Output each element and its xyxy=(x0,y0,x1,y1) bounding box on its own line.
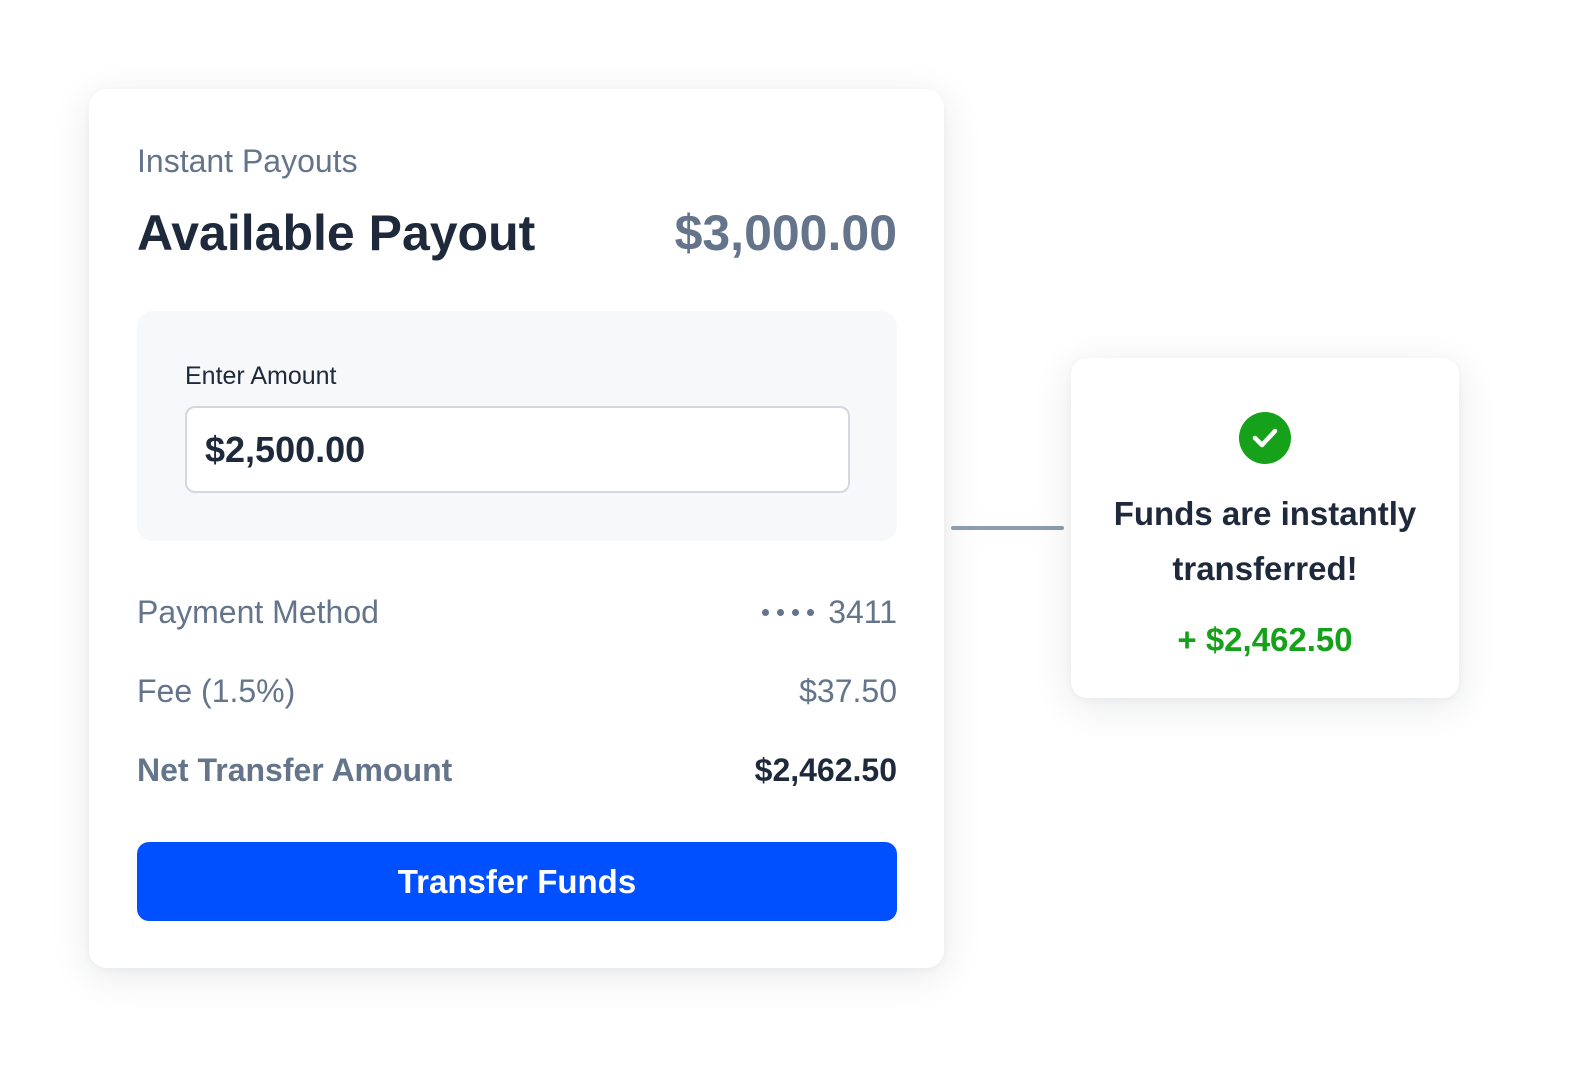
success-toast: Funds are instantly transferred! + $2,46… xyxy=(1071,358,1459,698)
card-last4: 3411 xyxy=(828,593,897,630)
amount-label: Enter Amount xyxy=(185,362,337,390)
page-title: Available Payout xyxy=(137,205,536,261)
check-circle-icon xyxy=(1239,412,1291,464)
masked-card-dots-icon xyxy=(762,608,815,616)
net-transfer-row: Net Transfer Amount $2,462.50 xyxy=(137,748,897,792)
transfer-funds-button[interactable]: Transfer Funds xyxy=(137,842,897,921)
payment-method-label: Payment Method xyxy=(137,593,379,630)
fee-value: $37.50 xyxy=(799,672,897,709)
payout-card: Instant Payouts Available Payout $3,000.… xyxy=(89,89,944,968)
payment-method-row: Payment Method 3411 xyxy=(137,590,897,634)
section-eyebrow: Instant Payouts xyxy=(137,143,358,179)
payment-method-value: 3411 xyxy=(762,594,897,631)
canvas: Instant Payouts Available Payout $3,000.… xyxy=(0,0,1584,1088)
net-transfer-label: Net Transfer Amount xyxy=(137,751,453,788)
amount-input[interactable] xyxy=(185,406,850,493)
connector-line xyxy=(951,526,1064,530)
toast-message: Funds are instantly transferred! xyxy=(1113,495,1417,587)
net-transfer-value: $2,462.50 xyxy=(754,751,897,788)
available-payout-amount: $3,000.00 xyxy=(674,205,897,261)
fee-row: Fee (1.5%) $37.50 xyxy=(137,669,897,713)
amount-panel: Enter Amount xyxy=(137,311,897,541)
fee-label: Fee (1.5%) xyxy=(137,672,296,709)
toast-amount: + $2,462.50 xyxy=(1177,621,1353,658)
